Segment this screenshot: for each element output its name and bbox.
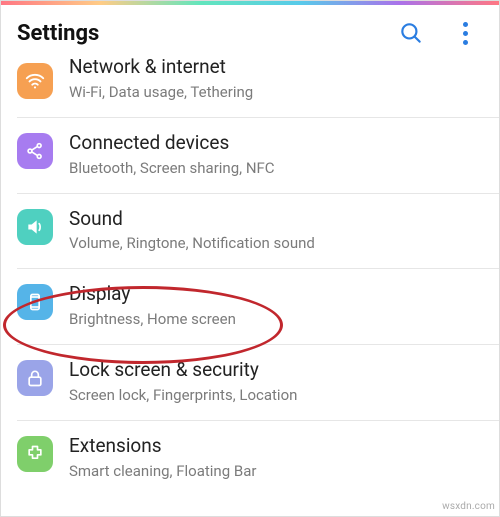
item-title: Connected devices — [69, 131, 483, 155]
settings-screen: Settings Network & internet Wi-Fi, Data … — [0, 0, 500, 517]
item-title: Network & internet — [69, 55, 483, 79]
settings-item-display[interactable]: Display Brightness, Home screen — [1, 268, 499, 344]
share-icon — [17, 133, 53, 169]
item-subtitle: Wi-Fi, Data usage, Tethering — [69, 83, 483, 101]
source-attribution: wsxdn.com — [442, 501, 495, 512]
kebab-dot-icon — [463, 22, 468, 27]
search-button[interactable] — [397, 19, 425, 47]
lock-icon — [17, 360, 53, 396]
settings-item-network[interactable]: Network & internet Wi-Fi, Data usage, Te… — [1, 61, 499, 117]
item-title: Sound — [69, 207, 483, 231]
sound-icon — [17, 209, 53, 245]
app-header: Settings — [1, 5, 499, 61]
item-subtitle: Bluetooth, Screen sharing, NFC — [69, 159, 483, 177]
item-subtitle: Smart cleaning, Floating Bar — [69, 462, 483, 480]
row-text: Display Brightness, Home screen — [69, 282, 483, 328]
extensions-icon — [17, 436, 53, 472]
settings-item-sound[interactable]: Sound Volume, Ringtone, Notification sou… — [1, 193, 499, 269]
item-title: Extensions — [69, 434, 483, 458]
item-subtitle: Brightness, Home screen — [69, 310, 483, 328]
display-icon — [17, 284, 53, 320]
item-title: Display — [69, 282, 483, 306]
status-bar-gradient — [1, 1, 499, 5]
page-title: Settings — [17, 21, 397, 46]
item-title: Lock screen & security — [69, 358, 483, 382]
settings-item-extensions[interactable]: Extensions Smart cleaning, Floating Bar — [1, 420, 499, 496]
kebab-dot-icon — [463, 31, 468, 36]
item-subtitle: Screen lock, Fingerprints, Location — [69, 386, 483, 404]
header-actions — [397, 19, 487, 47]
row-text: Network & internet Wi-Fi, Data usage, Te… — [69, 61, 483, 101]
settings-list: Network & internet Wi-Fi, Data usage, Te… — [1, 61, 499, 496]
row-text: Extensions Smart cleaning, Floating Bar — [69, 434, 483, 480]
row-text: Connected devices Bluetooth, Screen shar… — [69, 131, 483, 177]
wifi-icon — [17, 63, 53, 99]
row-text: Sound Volume, Ringtone, Notification sou… — [69, 207, 483, 253]
item-subtitle: Volume, Ringtone, Notification sound — [69, 234, 483, 252]
overflow-menu-button[interactable] — [451, 19, 479, 47]
settings-item-connected-devices[interactable]: Connected devices Bluetooth, Screen shar… — [1, 117, 499, 193]
settings-item-lock-security[interactable]: Lock screen & security Screen lock, Fing… — [1, 344, 499, 420]
search-icon — [398, 20, 424, 46]
row-text: Lock screen & security Screen lock, Fing… — [69, 358, 483, 404]
kebab-dot-icon — [463, 40, 468, 45]
